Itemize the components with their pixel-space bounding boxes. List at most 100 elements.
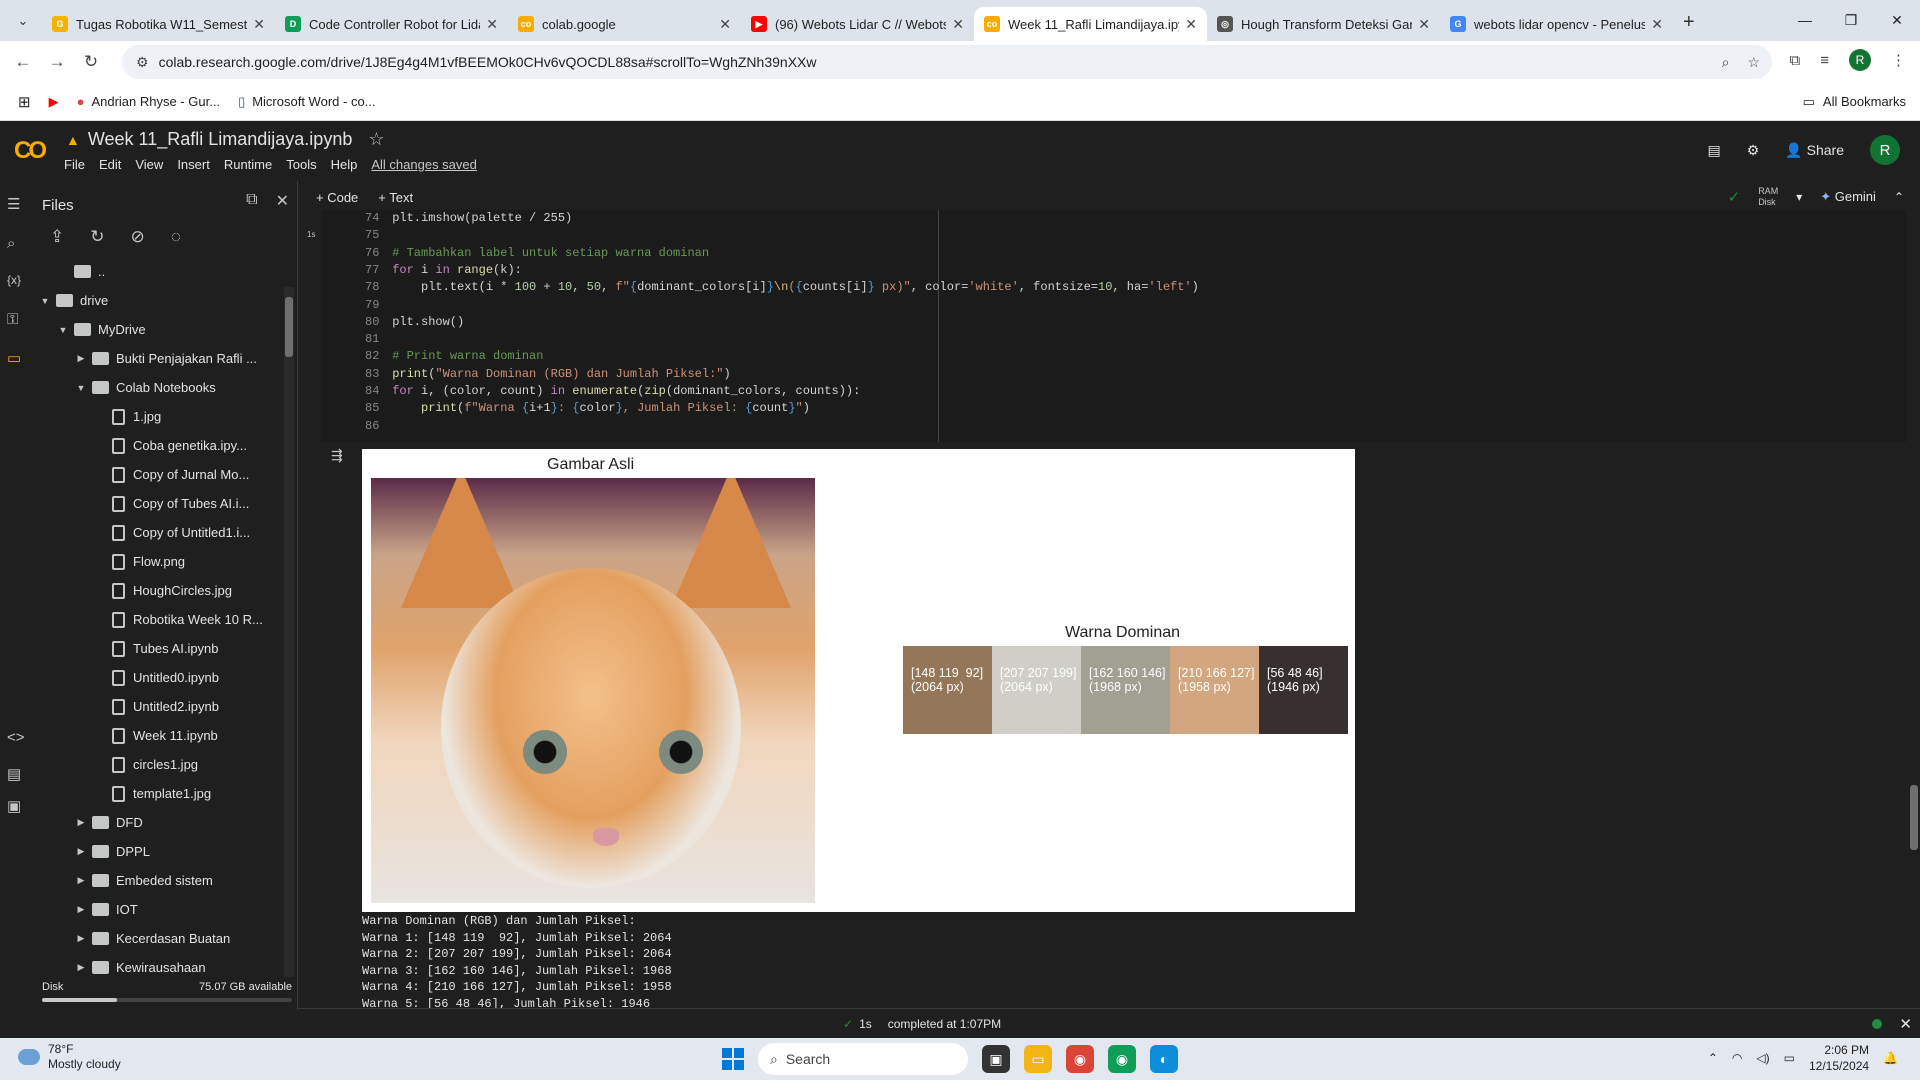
code-snippets-icon[interactable]: <> [7, 729, 25, 746]
save-status[interactable]: All changes saved [371, 157, 477, 172]
code-editor[interactable]: 74 plt.imshow(palette / 255) 75 76 # Tamb… [321, 210, 1907, 442]
folder-item[interactable]: ▶ Bukti Penjajakan Rafli ... [34, 344, 284, 373]
browser-tab[interactable]: G Tugas Robotika W11_Semester ✕ [42, 7, 275, 41]
browser-tab[interactable]: co Week 11_Rafli Limandijaya.ipyn ✕ [974, 7, 1207, 41]
expand-caret-icon[interactable]: ▶ [74, 962, 88, 973]
browser-tab[interactable]: Gwebots lidar opencv - Penelusu ✕ [1440, 7, 1673, 41]
browser-tab[interactable]: ◎ Hough Transform Deteksi Garis ✕ [1207, 7, 1440, 41]
file-item[interactable]: Copy of Tubes AI.i... [34, 489, 284, 518]
folder-item[interactable]: .. [34, 257, 284, 286]
edge-icon[interactable]: ◐ [1150, 1045, 1178, 1073]
windows-start-icon[interactable] [722, 1048, 744, 1070]
show-hidden-icons[interactable]: ⌃ [1708, 1051, 1718, 1065]
close-window-button[interactable]: ✕ [1874, 0, 1920, 40]
file-item[interactable]: circles1.jpg [34, 750, 284, 779]
star-icon[interactable]: ☆ [368, 129, 384, 150]
search-icon[interactable]: ⌕ [7, 235, 15, 252]
file-item[interactable]: Coba genetika.ipy... [34, 431, 284, 460]
upload-file-icon[interactable]: ⇪ [50, 227, 64, 247]
folder-item[interactable]: ▶ Embeded sistem [34, 866, 284, 895]
chrome-icon[interactable]: ◉ [1066, 1045, 1094, 1073]
battery-icon[interactable]: ▭ [1784, 1051, 1795, 1065]
folder-item[interactable]: ▶ DFD [34, 808, 284, 837]
close-tab-icon[interactable]: ✕ [1651, 16, 1663, 33]
bookmark-item[interactable]: ● Andrian Rhyse - Gur... [77, 94, 220, 109]
add-code-button[interactable]: + Code [316, 190, 358, 205]
runtime-dropdown-icon[interactable]: ▾ [1796, 190, 1802, 204]
notification-bell-icon[interactable]: 🔔 [1883, 1051, 1898, 1065]
browser-tab[interactable]: ▶ (96) Webots Lidar C // Webots ✕ [741, 7, 974, 41]
menu-item-tools[interactable]: Tools [286, 157, 316, 172]
new-tab-button[interactable]: + [1683, 11, 1695, 34]
folder-item[interactable]: ▶ IOT [34, 895, 284, 924]
clock[interactable]: 2:06 PM 12/15/2024 [1809, 1042, 1869, 1074]
file-item[interactable]: Copy of Jurnal Mo... [34, 460, 284, 489]
variables-icon[interactable]: {x} [7, 273, 21, 287]
file-item[interactable]: Copy of Untitled1.i... [34, 518, 284, 547]
menu-item-file[interactable]: File [64, 157, 85, 172]
forward-icon[interactable]: → [40, 52, 74, 72]
volume-icon[interactable]: ◁) [1756, 1051, 1769, 1065]
expand-caret-icon[interactable]: ▶ [74, 353, 88, 364]
file-item[interactable]: Week 11.ipynb [34, 721, 284, 750]
close-tab-icon[interactable]: ✕ [1418, 16, 1430, 33]
task-view-icon[interactable]: ▣ [982, 1045, 1010, 1073]
file-item[interactable]: 1.jpg [34, 402, 284, 431]
bookmark-star-icon[interactable]: ☆ [1747, 54, 1760, 71]
back-icon[interactable]: ← [6, 52, 40, 72]
toc-icon[interactable]: ☰ [7, 195, 20, 213]
site-info-icon[interactable]: ⚙ [136, 54, 149, 71]
folder-item[interactable]: ▼ drive [34, 286, 284, 315]
reload-icon[interactable]: ↻ [74, 52, 108, 72]
restore-button[interactable]: ❐ [1828, 0, 1874, 40]
expand-caret-icon[interactable]: ▶ [74, 846, 88, 857]
close-tab-icon[interactable]: ✕ [952, 16, 964, 33]
close-status-icon[interactable]: ✕ [1899, 1015, 1912, 1033]
command-palette-icon[interactable]: ▤ [7, 765, 21, 783]
close-tab-icon[interactable]: ✕ [1185, 16, 1197, 33]
comment-icon[interactable]: ▤ [1708, 142, 1721, 159]
unmount-drive-icon[interactable]: ⊘ [131, 227, 145, 247]
menu-item-view[interactable]: View [135, 157, 163, 172]
menu-item-help[interactable]: Help [331, 157, 358, 172]
add-text-button[interactable]: + Text [378, 190, 413, 205]
share-button[interactable]: 👤 Share [1785, 142, 1844, 159]
apps-grid-icon[interactable]: ⊞ [18, 93, 31, 111]
media-control-icon[interactable]: ≡ [1820, 52, 1829, 69]
menu-item-edit[interactable]: Edit [99, 157, 121, 172]
expand-caret-icon[interactable]: ▶ [74, 904, 88, 915]
expand-caret-icon[interactable]: ▼ [74, 383, 88, 393]
browser-menu-icon[interactable]: ⋮ [1891, 51, 1906, 69]
folder-item[interactable]: ▼ MyDrive [34, 315, 284, 344]
zoom-icon[interactable]: ⌕ [1722, 54, 1730, 71]
url-field[interactable]: ⚙ colab.research.google.com/drive/1J8Eg4… [122, 45, 1772, 79]
terminal-icon[interactable]: ▣ [7, 797, 21, 815]
files-folder-icon[interactable]: ▭ [7, 349, 21, 367]
file-item[interactable]: Untitled2.ipynb [34, 692, 284, 721]
close-tab-icon[interactable]: ✕ [486, 16, 498, 33]
chrome-profile-icon[interactable]: ◉ [1108, 1045, 1136, 1073]
hide-files-icon[interactable]: ◌ [171, 227, 181, 247]
youtube-bookmark-icon[interactable]: ▶ [49, 94, 59, 110]
open-in-tab-icon[interactable]: ⧉ [246, 191, 257, 211]
taskbar-search[interactable]: ⌕ Search [758, 1043, 968, 1075]
file-item[interactable]: HoughCircles.jpg [34, 576, 284, 605]
secrets-key-icon[interactable]: ⚿ [7, 311, 18, 328]
close-panel-icon[interactable]: ✕ [276, 191, 289, 211]
expand-caret-icon[interactable]: ▶ [74, 875, 88, 886]
notebook-scrollbar[interactable] [1910, 785, 1918, 850]
expand-caret-icon[interactable]: ▶ [74, 933, 88, 944]
profile-avatar[interactable]: R [1849, 49, 1871, 71]
weather-widget[interactable]: 78°F Mostly cloudy [18, 1042, 121, 1072]
file-item[interactable]: Untitled0.ipynb [34, 663, 284, 692]
expand-caret-icon[interactable]: ▼ [38, 296, 52, 306]
expand-caret-icon[interactable]: ▶ [74, 817, 88, 828]
menu-item-insert[interactable]: Insert [177, 157, 210, 172]
file-item[interactable]: Tubes AI.ipynb [34, 634, 284, 663]
account-avatar[interactable]: R [1870, 135, 1900, 165]
file-explorer-icon[interactable]: ▭ [1024, 1045, 1052, 1073]
tab-search-icon[interactable]: ⌄ [10, 8, 36, 34]
file-item[interactable]: Robotika Week 10 R... [34, 605, 284, 634]
browser-tab[interactable]: co colab.google ✕ [508, 7, 741, 41]
collapse-icon[interactable]: ⌃ [1894, 190, 1904, 204]
